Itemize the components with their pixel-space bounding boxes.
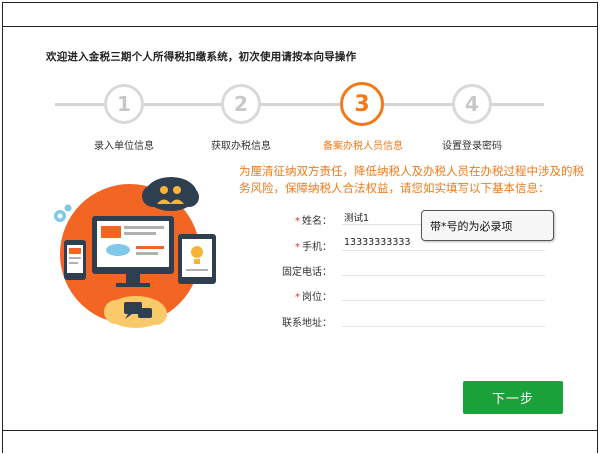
welcome-heading: 欢迎进入金税三期个人所得税扣缴系统，初次使用请按本向导操作 [46,51,357,63]
landline-label: 固定电话： [282,267,332,278]
step-2-label: 获取办税信息 [211,141,271,152]
footer-strip [3,430,597,453]
step-connector [55,103,105,106]
intro-text: 为厘清征纳双方责任，降低纳税人及办税人员在办税过程中涉及的税务风险，保障纳税人合… [239,164,584,195]
step-2-circle: 2 [221,84,261,124]
next-step-button[interactable]: 下一步 [463,381,563,414]
phone-icon [64,240,86,280]
step-connector [492,103,544,106]
address-input[interactable] [342,311,545,327]
address-label: 联系地址： [282,318,332,329]
landline-input[interactable] [342,260,545,276]
step-3-label: 备案办税人员信息 [323,141,403,152]
position-input[interactable] [342,285,545,301]
step-3-circle-active: 3 [340,82,384,126]
devices-illustration [54,177,216,328]
position-label: * 岗位： [295,292,332,303]
gear-icon [54,204,72,222]
users-cloud-icon [142,177,199,211]
step-connector [260,103,340,106]
step-connector [384,103,454,106]
tablet-icon [178,234,216,284]
step-connector [144,103,222,106]
step-4-circle: 4 [452,84,492,124]
step-4-label: 设置登录密码 [442,141,502,152]
step-1-label: 录入单位信息 [94,141,154,152]
step-1-circle: 1 [104,84,144,124]
phone-label: * 手机： [295,242,332,253]
header-strip [3,3,597,27]
name-label: * 姓名： [295,216,332,227]
required-hint-tooltip: 带*号的为必录项 [421,210,554,241]
